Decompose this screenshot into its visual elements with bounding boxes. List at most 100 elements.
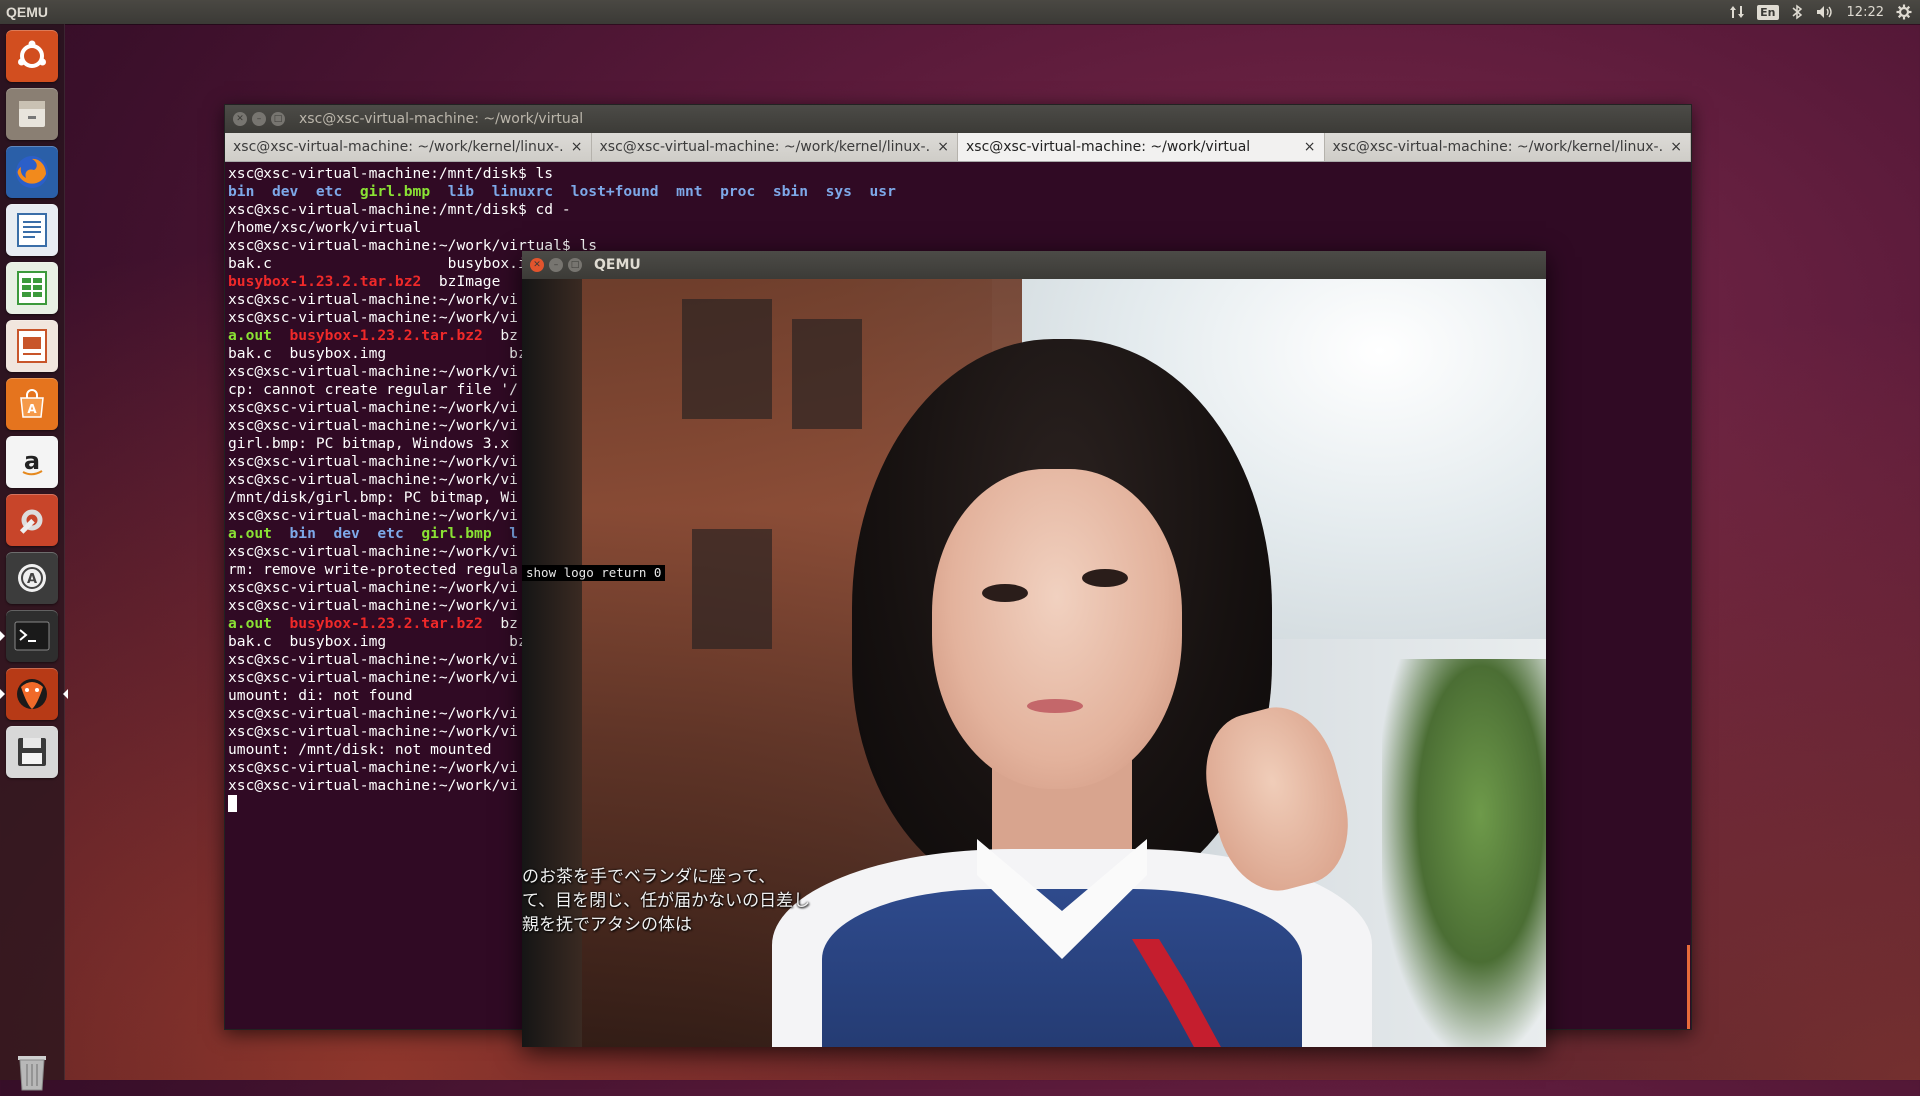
terminal-text: lib (447, 183, 475, 200)
launcher-trash[interactable] (8, 1044, 56, 1096)
up-down-arrows-icon (1730, 6, 1745, 18)
launcher-ubuntu-software[interactable]: A (6, 378, 58, 430)
photo-eye (1082, 569, 1128, 587)
maximize-icon: □ (570, 260, 580, 270)
trash-icon (18, 1056, 46, 1091)
tab-close-icon[interactable]: × (1670, 139, 1682, 155)
terminal-icon (14, 621, 50, 651)
terminal-text: xsc@xsc-virtual-machine:~/work/vi (228, 651, 518, 668)
launcher-libreoffice-calc[interactable] (6, 262, 58, 314)
minimize-icon: – (256, 114, 262, 124)
shopping-bag-icon: A (20, 389, 44, 418)
gear-icon (1896, 4, 1912, 20)
photo-mouth (1027, 699, 1083, 713)
launcher-terminal[interactable] (0, 610, 58, 662)
photo-building-window (692, 529, 772, 649)
qemu-window[interactable]: ✕ – □ QEMU show logo return 0 のお茶を手でベランダ… (522, 251, 1546, 1047)
terminal-text: etc (315, 183, 343, 200)
terminal-text: sys (825, 183, 852, 200)
indicator-area: En 12:22 (1729, 2, 1912, 22)
launcher-system-settings[interactable] (6, 494, 58, 546)
qemu-titlebar[interactable]: ✕ – □ QEMU (522, 251, 1546, 279)
qemu-display[interactable]: show logo return 0 のお茶を手でベランダに座って、 て、目を閉じ… (522, 279, 1546, 1047)
terminal-text: rm: remove write-protected regula (228, 561, 518, 578)
terminal-titlebar[interactable]: ✕ – □ xsc@xsc-virtual-machine: ~/work/vi… (225, 105, 1691, 133)
photo-eye (982, 584, 1028, 602)
launcher-libreoffice-writer[interactable] (6, 204, 58, 256)
photo-caption: のお茶を手でベランダに座って、 て、目を閉じ、任が届かないの日差し 親を抚でアタシの… (522, 865, 810, 937)
terminal-text: xsc@xsc-virtual-machine:~/work/vi (228, 291, 518, 308)
terminal-text: bz (482, 615, 518, 632)
caption-line: て、目を閉じ、任が届かないの日差し (522, 891, 811, 911)
terminal-tab-label: xsc@xsc-virtual-machine: ~/work/kernel/l… (599, 139, 930, 155)
session-menu[interactable] (1896, 2, 1912, 22)
terminal-maximize-button[interactable]: □ (271, 112, 285, 126)
volume-indicator[interactable] (1815, 2, 1835, 22)
running-indicator (0, 689, 5, 699)
terminal-text: dev (271, 183, 299, 200)
terminal-text: girl.bmp (359, 183, 431, 200)
terminal-scrollbar[interactable] (1687, 945, 1690, 1029)
qemu-maximize-button[interactable]: □ (568, 258, 582, 272)
terminal-close-button[interactable]: ✕ (233, 112, 247, 126)
qemu-icon (17, 679, 47, 709)
terminal-text: a.out (228, 525, 272, 542)
terminal-text: xsc@xsc-virtual-machine:~/work/vi (228, 453, 518, 470)
qemu-minimize-button[interactable]: – (549, 258, 563, 272)
launcher-qemu[interactable] (0, 668, 68, 720)
terminal-text: dev (333, 525, 360, 542)
tools-icon (19, 509, 43, 534)
terminal-line: bin dev etc girl.bmp lib linuxrc lost+fo… (228, 183, 1688, 201)
terminal-tab[interactable]: xsc@xsc-virtual-machine: ~/work/virtual × (958, 133, 1325, 161)
terminal-text: lost+found (570, 183, 659, 200)
spreadsheet-icon (17, 271, 47, 305)
document-icon (17, 213, 47, 247)
maximize-icon: □ (273, 114, 283, 124)
launcher-libreoffice-impress[interactable] (6, 320, 58, 372)
terminal-text: xsc@xsc-virtual-machine:/mnt/disk$ ls (228, 165, 554, 182)
terminal-text: xsc@xsc-virtual-machine:~/work/vi (228, 579, 518, 596)
running-indicator (0, 631, 5, 641)
clock[interactable]: 12:22 (1847, 2, 1884, 22)
terminal-text: a.out (228, 327, 272, 344)
terminal-tab[interactable]: xsc@xsc-virtual-machine: ~/work/kernel/l… (1324, 133, 1691, 161)
bluetooth-indicator[interactable] (1791, 2, 1803, 22)
tab-close-icon[interactable]: × (937, 139, 949, 155)
terminal-tab[interactable]: xsc@xsc-virtual-machine: ~/work/kernel/l… (591, 133, 958, 161)
launcher-amazon[interactable]: a (6, 436, 58, 488)
caption-line: のお茶を手でベランダに座って、 (522, 867, 776, 887)
terminal-minimize-button[interactable]: – (252, 112, 266, 126)
terminal-text: /home/xsc/work/virtual (228, 219, 422, 236)
svg-text:a: a (24, 447, 40, 475)
launcher-firefox[interactable] (6, 146, 58, 198)
network-indicator[interactable] (1729, 2, 1745, 22)
qemu-close-button[interactable]: ✕ (530, 258, 544, 272)
terminal-text: etc (377, 525, 404, 542)
tab-close-icon[interactable]: × (571, 139, 583, 155)
terminal-text: bak.c busybox.img bz (228, 345, 527, 362)
terminal-text: xsc@xsc-virtual-machine:~/work/vi (228, 507, 518, 524)
launcher: A a A (0, 24, 68, 1091)
launcher-ubuntu-dash[interactable] (6, 30, 58, 82)
launcher-save[interactable] (6, 726, 58, 778)
launcher-files[interactable] (6, 88, 58, 140)
photo-trees (1382, 659, 1546, 1047)
terminal-text: umount: di: not found (228, 687, 413, 704)
tab-close-icon[interactable]: × (1304, 139, 1316, 155)
keyboard-language-indicator[interactable]: En (1757, 4, 1779, 20)
launcher-software-updater[interactable]: A (6, 552, 58, 604)
terminal-tab[interactable]: xsc@xsc-virtual-machine: ~/work/kernel/l… (225, 133, 592, 161)
